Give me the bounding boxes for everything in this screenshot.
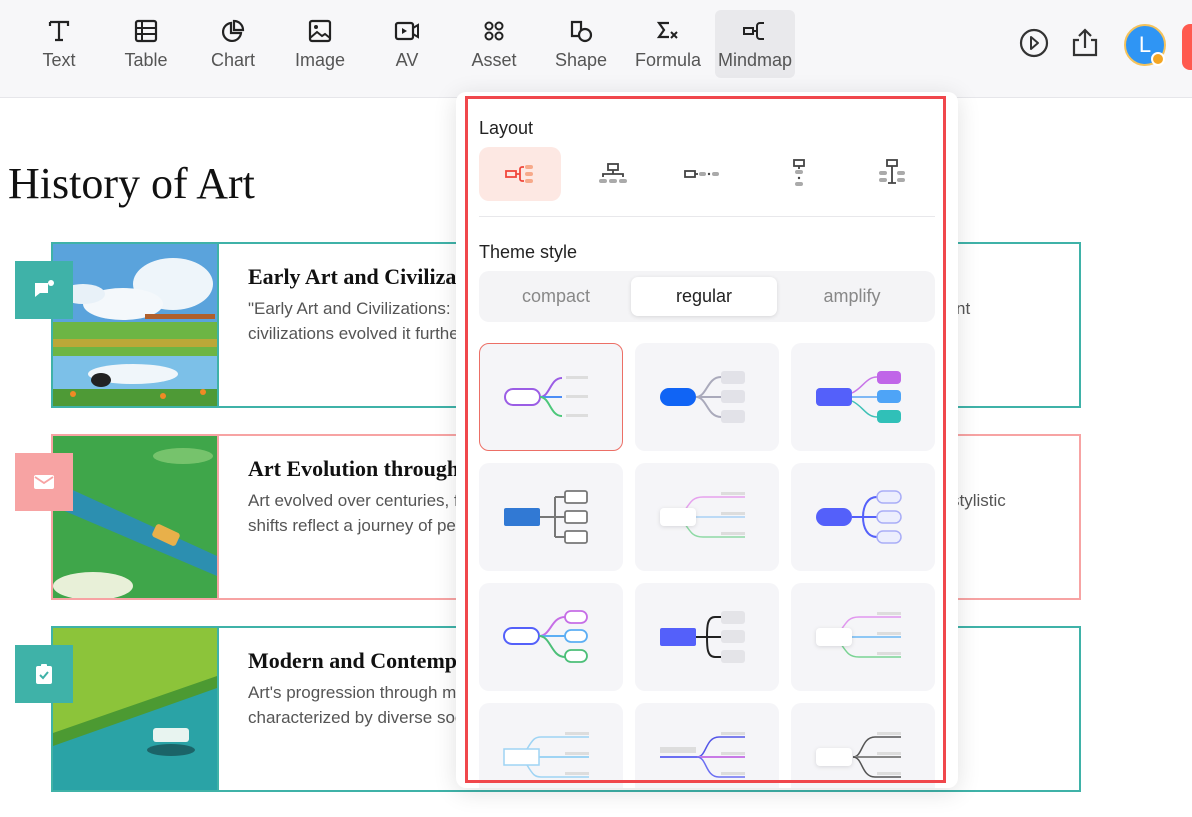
- theme-preview-icon: [504, 376, 588, 417]
- tool-label: Formula: [634, 50, 701, 70]
- theme-option[interactable]: [635, 343, 779, 451]
- crown-icon: [1151, 52, 1165, 66]
- tool-chart[interactable]: Chart: [193, 10, 273, 78]
- share-button[interactable]: [1068, 26, 1102, 60]
- theme-option[interactable]: [479, 343, 623, 451]
- present-button[interactable]: [1017, 26, 1051, 60]
- layout-org-chart-icon: [599, 163, 627, 183]
- avatar-initial: L: [1138, 32, 1152, 57]
- theme-option[interactable]: [635, 463, 779, 571]
- theme-preview-icon: [816, 490, 902, 544]
- card-badge: [15, 645, 73, 703]
- theme-preview-icon: [816, 732, 901, 778]
- theme-preview-icon: [816, 371, 901, 423]
- tool-label: AV: [395, 50, 419, 70]
- card-badge: [15, 261, 73, 319]
- collab-button[interactable]: [1182, 24, 1192, 70]
- card-divider: [217, 628, 219, 790]
- tool-formula[interactable]: Formula: [628, 10, 708, 78]
- share-icon: [1072, 28, 1098, 57]
- chat-icon: [35, 280, 54, 297]
- mail-icon: [34, 475, 54, 489]
- layout-timeline-vertical-icon: [793, 159, 805, 186]
- theme-option[interactable]: [635, 703, 779, 788]
- tool-shape[interactable]: Shape: [541, 10, 621, 78]
- theme-option[interactable]: [791, 343, 935, 451]
- toolbar: Text Table Chart Image AV Asset Shape Fo…: [0, 0, 1192, 98]
- asset-icon: [484, 21, 504, 41]
- theme-option[interactable]: [479, 463, 623, 571]
- layout-option-org-chart[interactable]: [572, 147, 654, 201]
- page-title: History of Art: [8, 159, 255, 208]
- theme-option[interactable]: [635, 583, 779, 691]
- tool-label: Image: [294, 50, 346, 70]
- chart-icon: [222, 19, 245, 42]
- tool-label: Chart: [210, 50, 255, 70]
- layout-option-right-logical[interactable]: [479, 147, 561, 201]
- layout-option-timeline-horizontal[interactable]: [665, 147, 747, 201]
- density-compact[interactable]: compact: [483, 277, 629, 316]
- theme-preview-icon: [816, 612, 901, 658]
- tool-mindmap[interactable]: Mindmap: [715, 10, 795, 78]
- mindmap-panel: Layout Theme style compact regular ampli…: [456, 92, 958, 788]
- tool-av[interactable]: AV: [367, 10, 447, 78]
- layout-timeline-horizontal-icon: [684, 170, 719, 178]
- theme-style-label: Theme style: [479, 242, 578, 262]
- card-image-road: [53, 628, 217, 790]
- theme-option[interactable]: [791, 583, 935, 691]
- tool-label: Shape: [554, 50, 608, 70]
- play-circle-icon: [1019, 28, 1049, 58]
- tool-label: Text: [42, 50, 76, 70]
- theme-option[interactable]: [479, 583, 623, 691]
- layout-label: Layout: [479, 118, 534, 138]
- tool-label: Asset: [471, 50, 517, 70]
- theme-preview-icon: [503, 732, 589, 778]
- tool-text[interactable]: Text: [19, 10, 99, 78]
- layout-option-timeline-vertical[interactable]: [758, 147, 840, 201]
- card-divider: [217, 436, 219, 598]
- card-badge: [15, 453, 73, 511]
- panel-divider: [479, 216, 935, 217]
- theme-preview-icon: [660, 371, 745, 423]
- tool-label: Mindmap: [717, 50, 793, 70]
- theme-option[interactable]: [479, 703, 623, 788]
- density-segmented-control: compact regular amplify: [479, 271, 935, 322]
- card-divider: [217, 244, 219, 406]
- text-icon: [48, 20, 70, 42]
- video-icon: [394, 21, 419, 41]
- layout-right-logical-icon: [505, 165, 533, 183]
- theme-option[interactable]: [791, 463, 935, 571]
- density-regular[interactable]: regular: [631, 277, 777, 316]
- table-icon: [134, 19, 158, 43]
- theme-preview-icon: [660, 611, 745, 663]
- theme-preview-icon: [503, 610, 588, 663]
- theme-preview-icon: [660, 732, 745, 778]
- layout-option-tree-vertical[interactable]: [851, 147, 933, 201]
- mindmap-icon: [743, 22, 764, 40]
- clipboard-check-icon: [36, 664, 52, 684]
- formula-icon: [656, 21, 678, 39]
- layout-tree-vertical-icon: [879, 159, 905, 184]
- theme-option[interactable]: [791, 703, 935, 788]
- theme-preview-icon: [660, 492, 745, 538]
- theme-preview-icon: [504, 490, 588, 544]
- card-image-landscape: [53, 244, 217, 406]
- tool-image[interactable]: Image: [280, 10, 360, 78]
- tool-label: Table: [124, 50, 168, 70]
- image-icon: [308, 19, 332, 43]
- density-amplify[interactable]: amplify: [779, 277, 925, 316]
- shape-icon: [570, 20, 593, 43]
- tool-asset[interactable]: Asset: [454, 10, 534, 78]
- card-image-river: [53, 436, 217, 598]
- tool-table[interactable]: Table: [106, 10, 186, 78]
